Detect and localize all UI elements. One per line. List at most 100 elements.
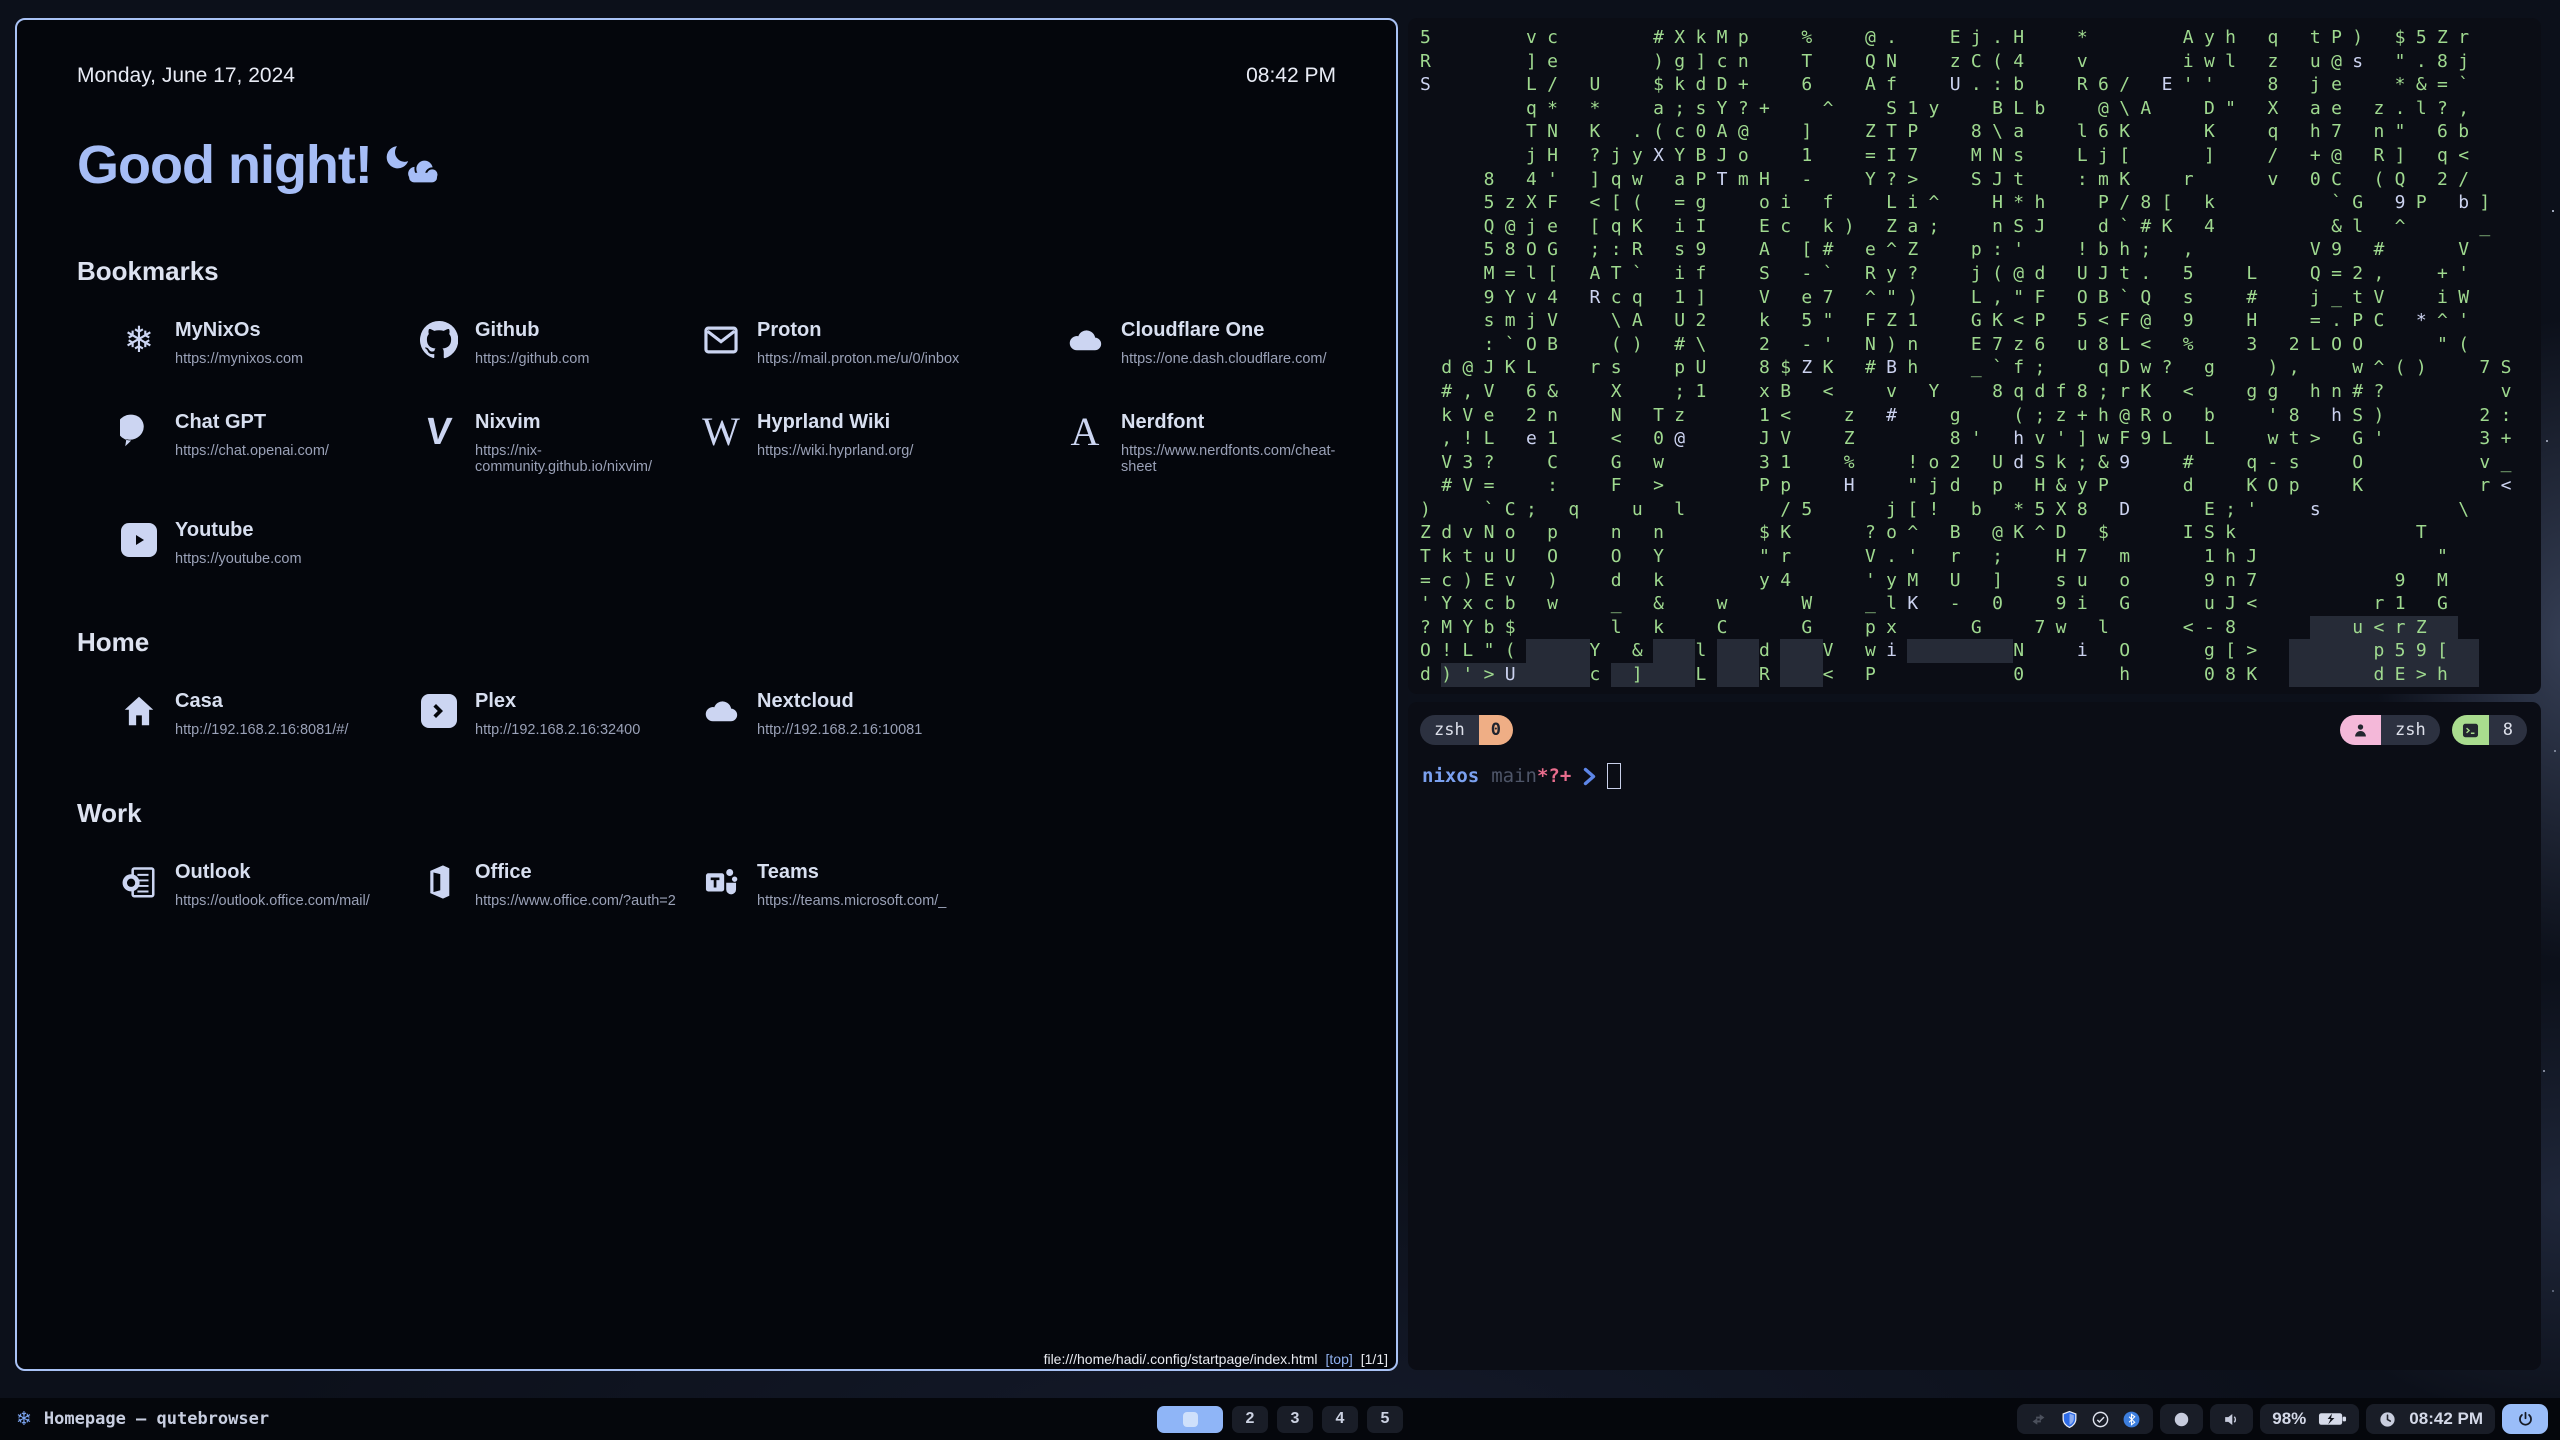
bluetooth-icon[interactable] bbox=[2122, 1410, 2141, 1429]
matrix-row: ) `C; q u l /5 j[! b *5X8 D E;' s \ bbox=[1420, 498, 2541, 522]
matrix-row: S L/ U $kdD+ 6 Af U.:b R6/ E'' 8 je *&=` bbox=[1420, 73, 2541, 97]
session-pane-pill[interactable]: 8 bbox=[2452, 715, 2527, 745]
power-icon bbox=[2516, 1410, 2535, 1429]
workspace-1[interactable] bbox=[1157, 1406, 1223, 1433]
speaker-icon bbox=[2222, 1410, 2241, 1429]
github-icon bbox=[417, 317, 461, 363]
bookmark-name: Plex bbox=[475, 690, 640, 713]
tab-name: zsh bbox=[1420, 715, 1479, 745]
bookmark-item-chat-gpt[interactable]: Chat GPThttps://chat.openai.com/ bbox=[117, 409, 417, 475]
session-user-pill[interactable]: zsh bbox=[2340, 715, 2440, 745]
bookmark-url: https://chat.openai.com/ bbox=[175, 443, 329, 459]
qutebrowser-window: Monday, June 17, 2024 08:42 PM Good nigh… bbox=[15, 18, 1398, 1371]
bookmark-name: Youtube bbox=[175, 519, 302, 542]
youtube-play-icon bbox=[117, 517, 161, 563]
bookmark-url: http://192.168.2.16:8081/#/ bbox=[175, 722, 348, 738]
matrix-row: smjV \A U2 k 5" FZ1 GK<P 5<F@ 9 H =.PC *… bbox=[1420, 309, 2541, 333]
matrix-row: O!L"( Y & l d V wi N i O g[> p59[ bbox=[1420, 639, 2541, 663]
system-tray[interactable] bbox=[2017, 1404, 2153, 1434]
volume-control[interactable] bbox=[2210, 1404, 2253, 1434]
section-title: Work bbox=[77, 798, 1336, 829]
matrix-row: 5zXF <[( =g oi f Li^ H*h P/8[ k `G 9P b] bbox=[1420, 191, 2541, 215]
terminal-cursor bbox=[1607, 763, 1621, 789]
bookmark-item-github[interactable]: Github https://github.com bbox=[417, 317, 699, 367]
power-button[interactable] bbox=[2502, 1404, 2548, 1434]
active-window-title: Homepage — qutebrowser bbox=[44, 1409, 269, 1429]
matrix-row: 8 4' ]qw aPTmH - Y?> SJt :mK r v 0C (Q 2… bbox=[1420, 168, 2541, 192]
bookmark-item-youtube[interactable]: Youtubehttps://youtube.com bbox=[117, 517, 417, 567]
matrix-row: ZdvNo p n n $K ?o^ B @K^D $ ISk T bbox=[1420, 521, 2541, 545]
workspace-2[interactable]: 2 bbox=[1232, 1406, 1268, 1433]
session-pane-count: 8 bbox=[2489, 715, 2527, 745]
active-workspace-dot bbox=[1183, 1412, 1198, 1427]
greeting-text: Good night! bbox=[77, 134, 372, 196]
bookmark-item-nixvim[interactable]: VNixvimhttps://nix-community.github.io/n… bbox=[417, 409, 699, 475]
wallpaper-stars bbox=[2552, 210, 2554, 212]
bookmark-item-hyprland-wiki[interactable]: WHyprland Wikihttps://wiki.hyprland.org/ bbox=[699, 409, 1063, 475]
battery-module[interactable]: 98% bbox=[2260, 1404, 2359, 1434]
bookmark-item-proton[interactable]: Protonhttps://mail.proton.me/u/0/inbox bbox=[699, 317, 1063, 367]
teams-icon bbox=[699, 859, 743, 905]
bookmark-name: Outlook bbox=[175, 861, 370, 884]
matrix-row: M=l[ AT` if S -` Ry? j(@d UJt. 5 L Q=2, … bbox=[1420, 262, 2541, 286]
moon-cloud-icon bbox=[386, 144, 438, 186]
bookmark-item-plex[interactable]: Plex http://192.168.2.16:32400 bbox=[417, 688, 699, 738]
startpage-time: 08:42 PM bbox=[1246, 64, 1336, 88]
night-light-toggle[interactable] bbox=[2160, 1404, 2203, 1434]
section-bookmarks: Bookmarks❄MyNixOshttps://mynixos.comGith… bbox=[77, 256, 1336, 567]
bookmark-item-nerdfont[interactable]: A Nerdfont https://www.nerdfonts.com/cheat… bbox=[1063, 409, 1336, 475]
bookmark-name: Nerdfont bbox=[1121, 411, 1336, 434]
cloud-icon bbox=[699, 688, 743, 734]
shield-icon[interactable] bbox=[2060, 1410, 2079, 1429]
serif-a-icon: A bbox=[1063, 409, 1107, 455]
battery-percent: 98% bbox=[2272, 1409, 2306, 1429]
prompt-host: nixos bbox=[1422, 765, 1479, 787]
bookmark-name: Teams bbox=[757, 861, 946, 884]
waybar-taskbar: ❄ Homepage — qutebrowser 2345 98% 08:42 … bbox=[0, 1398, 2560, 1440]
matrix-row: TktuU O O Y "r V.' r ; H7 m 1hJ " bbox=[1420, 545, 2541, 569]
moon-icon bbox=[2172, 1410, 2191, 1429]
bookmark-name: MyNixOs bbox=[175, 319, 303, 342]
matrix-rain: 5 vc #XkMp % @. Ej.H * Ayh q tP) $5Zr R … bbox=[1408, 18, 2541, 687]
session-shell-label: zsh bbox=[2381, 715, 2440, 745]
kdeconnect-arrows-icon[interactable] bbox=[2029, 1410, 2048, 1429]
terminal-window-zsh[interactable]: zsh 0 zsh 8 nixos main *?+ bbox=[1408, 702, 2541, 1370]
bookmark-url: http://192.168.2.16:32400 bbox=[475, 722, 640, 738]
tab-index: 0 bbox=[1479, 715, 1513, 745]
bookmark-name: Office bbox=[475, 861, 676, 884]
check-circle-icon[interactable] bbox=[2091, 1410, 2110, 1429]
statusbar-scroll-position: [top] bbox=[1326, 1351, 1353, 1367]
bookmark-item-nextcloud[interactable]: Nextcloudhttp://192.168.2.16:10081 bbox=[699, 688, 1063, 738]
clock-module[interactable]: 08:42 PM bbox=[2366, 1404, 2495, 1434]
matrix-row: 'Yxcb w _ & w W _lK - 0 9i G uJ< r1 G bbox=[1420, 592, 2541, 616]
terminal-window-cmatrix[interactable]: 5 vc #XkMp % @. Ej.H * Ayh q tP) $5Zr R … bbox=[1408, 18, 2541, 694]
section-title: Bookmarks bbox=[77, 256, 1336, 287]
workspace-3[interactable]: 3 bbox=[1277, 1406, 1313, 1433]
bookmark-item-outlook[interactable]: Outlookhttps://outlook.office.com/mail/ bbox=[117, 859, 417, 909]
prompt-git-status: *?+ bbox=[1537, 765, 1571, 787]
bookmark-item-teams[interactable]: Teams https://teams.microsoft.com/_ bbox=[699, 859, 1063, 909]
workspace-4[interactable]: 4 bbox=[1322, 1406, 1358, 1433]
matrix-row: #,V 6& X ;1 xB < v Y 8qdf8;rK < gg hn#? … bbox=[1420, 380, 2541, 404]
bookmark-url: https://one.dash.cloudflare.com/ bbox=[1121, 351, 1327, 367]
bookmark-name: Hyprland Wiki bbox=[757, 411, 913, 434]
section-title: Home bbox=[77, 627, 1336, 658]
tab-zsh[interactable]: zsh 0 bbox=[1420, 715, 1513, 745]
outlook-icon bbox=[117, 859, 161, 905]
bookmark-url: https://www.nerdfonts.com/cheat-sheet bbox=[1121, 443, 1336, 475]
matrix-row: 58OG ;:R s9 A [# e^Z p:' !bh; , V9 # V bbox=[1420, 238, 2541, 262]
bookmark-url: http://192.168.2.16:10081 bbox=[757, 722, 922, 738]
startpage-date: Monday, June 17, 2024 bbox=[77, 64, 295, 88]
bookmark-item-mynixos[interactable]: ❄MyNixOshttps://mynixos.com bbox=[117, 317, 417, 367]
bookmark-item-office[interactable]: Officehttps://www.office.com/?auth=2 bbox=[417, 859, 699, 909]
shell-prompt: nixos main *?+ bbox=[1422, 763, 2541, 789]
bookmark-url: https://github.com bbox=[475, 351, 589, 367]
workspace-5[interactable]: 5 bbox=[1367, 1406, 1403, 1433]
bookmark-item-casa[interactable]: Casahttp://192.168.2.16:8081/#/ bbox=[117, 688, 417, 738]
bookmark-item-cloudflare-one[interactable]: Cloudflare Onehttps://one.dash.cloudflar… bbox=[1063, 317, 1336, 367]
bookmark-url: https://teams.microsoft.com/_ bbox=[757, 893, 946, 909]
home-icon bbox=[117, 688, 161, 734]
statusbar-tab-count: [1/1] bbox=[1361, 1351, 1388, 1367]
matrix-row: #V= : F > Pp H "jd p H&yP d KOp K r< bbox=[1420, 474, 2541, 498]
bookmark-name: Github bbox=[475, 319, 589, 342]
